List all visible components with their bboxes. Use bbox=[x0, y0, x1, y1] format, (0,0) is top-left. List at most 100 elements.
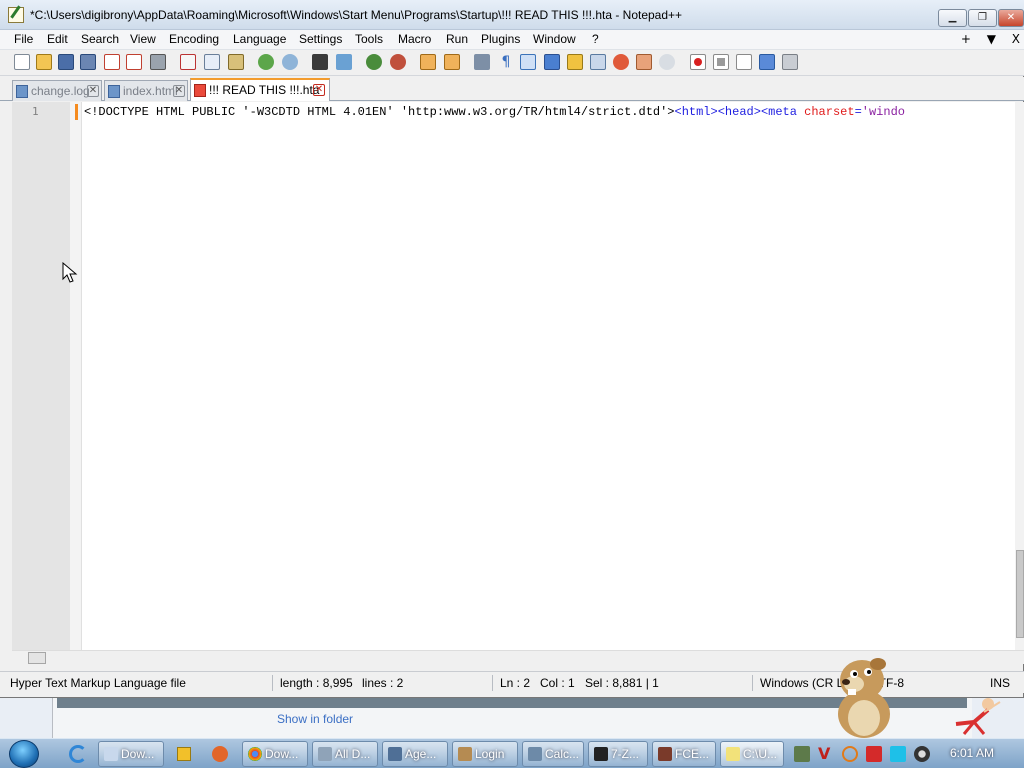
cartoon-groundhog-character bbox=[838, 658, 890, 738]
maximize-button[interactable]: ❐ bbox=[968, 9, 997, 27]
zoom-in-icon[interactable] bbox=[366, 54, 382, 70]
status-ins[interactable]: INS bbox=[990, 676, 1010, 690]
stop-macro-icon[interactable] bbox=[713, 54, 729, 70]
zoom-out-icon[interactable] bbox=[390, 54, 406, 70]
vertical-scroll-thumb[interactable] bbox=[1016, 550, 1024, 638]
tab-change-log[interactable]: change.log ✕ bbox=[12, 80, 102, 101]
editor-pane[interactable]: 1 <!DOCTYPE HTML PUBLIC '-W3CDTD HTML 4.… bbox=[12, 102, 1024, 650]
7zip-icon bbox=[594, 747, 608, 761]
code-line-1[interactable]: <!DOCTYPE HTML PUBLIC '-W3CDTD HTML 4.01… bbox=[84, 105, 1006, 119]
tray-search-icon[interactable] bbox=[842, 746, 858, 762]
undo-icon[interactable] bbox=[258, 54, 274, 70]
fold-margin[interactable] bbox=[70, 102, 82, 650]
menu-settings[interactable]: Settings bbox=[299, 32, 342, 46]
taskbar-button-login[interactable]: Login bbox=[452, 741, 518, 767]
save-icon[interactable] bbox=[58, 54, 74, 70]
menu-run[interactable]: Run bbox=[446, 32, 468, 46]
tab-close-icon[interactable]: ✕ bbox=[313, 84, 325, 96]
menu-search[interactable]: Search bbox=[81, 32, 119, 46]
menu-tools[interactable]: Tools bbox=[355, 32, 383, 46]
tab-list-dropdown-icon[interactable]: ▼ bbox=[987, 32, 996, 46]
tray-flag-icon[interactable] bbox=[866, 746, 882, 762]
show-all-chars-icon[interactable]: ¶ bbox=[498, 54, 514, 70]
taskbar-button-fce[interactable]: FCE... bbox=[652, 741, 716, 767]
attribute-token: charset bbox=[804, 105, 855, 119]
open-file-icon[interactable] bbox=[36, 54, 52, 70]
sync-horizontal-icon[interactable] bbox=[444, 54, 460, 70]
monitoring-icon[interactable] bbox=[636, 54, 652, 70]
system-clock[interactable]: 6:01 AM bbox=[950, 746, 994, 760]
taskbar-button-notepad-plus-plus[interactable]: C:\U... bbox=[720, 741, 784, 767]
taskbar-button-label: C:\U... bbox=[743, 747, 778, 761]
menu-edit[interactable]: Edit bbox=[47, 32, 68, 46]
start-button[interactable] bbox=[3, 739, 47, 768]
save-all-icon[interactable] bbox=[80, 54, 96, 70]
menu-window[interactable]: Window bbox=[533, 32, 576, 46]
user-lang-icon[interactable] bbox=[544, 54, 560, 70]
title-bar[interactable]: *C:\Users\digibrony\AppData\Roaming\Micr… bbox=[0, 0, 1024, 30]
status-length: length : 8,995 bbox=[280, 676, 353, 690]
tray-v-icon[interactable]: V bbox=[818, 746, 834, 762]
close-icon[interactable] bbox=[104, 54, 120, 70]
tray-app-icon[interactable] bbox=[794, 746, 810, 762]
record-macro-icon[interactable] bbox=[690, 54, 706, 70]
indent-guide-icon[interactable] bbox=[520, 54, 536, 70]
tray-network-icon[interactable] bbox=[890, 746, 906, 762]
menu-macro[interactable]: Macro bbox=[398, 32, 431, 46]
eye-icon[interactable] bbox=[659, 54, 675, 70]
media-player-icon[interactable] bbox=[170, 742, 198, 766]
save-macro-icon[interactable] bbox=[782, 54, 798, 70]
internet-explorer-icon[interactable] bbox=[64, 742, 92, 766]
taskbar-button-download-2[interactable]: Dow... bbox=[242, 741, 308, 767]
copy-icon[interactable] bbox=[204, 54, 220, 70]
cut-icon[interactable] bbox=[180, 54, 196, 70]
pinned-app-icon[interactable] bbox=[206, 742, 234, 766]
menu-help[interactable]: ? bbox=[592, 32, 599, 46]
close-doc-x-icon[interactable]: X bbox=[1012, 32, 1020, 46]
print-icon[interactable] bbox=[150, 54, 166, 70]
paste-icon[interactable] bbox=[228, 54, 244, 70]
word-wrap-icon[interactable] bbox=[474, 54, 490, 70]
replace-icon[interactable] bbox=[336, 54, 352, 70]
menu-language[interactable]: Language bbox=[233, 32, 286, 46]
taskbar-button-7zip[interactable]: 7-Z... bbox=[588, 741, 648, 767]
play-macro-icon[interactable] bbox=[736, 54, 752, 70]
find-icon[interactable] bbox=[312, 54, 328, 70]
tab-index-html[interactable]: index.html ✕ bbox=[104, 80, 188, 101]
minimize-button[interactable]: ▁ bbox=[938, 9, 967, 27]
tab-close-icon[interactable]: ✕ bbox=[87, 85, 99, 97]
taskbar-button-all-d[interactable]: All D... bbox=[312, 741, 378, 767]
taskbar-button-label: FCE... bbox=[675, 747, 710, 761]
taskbar-button-label: Dow... bbox=[265, 747, 299, 761]
taskbar: Dow... Dow... All D... Age... Login Calc… bbox=[0, 738, 1024, 768]
value-token: 'windo bbox=[861, 105, 905, 119]
menu-view[interactable]: View bbox=[130, 32, 156, 46]
vertical-scrollbar[interactable] bbox=[1015, 102, 1024, 650]
tab-read-this-hta[interactable]: !!! READ THIS !!!.hta ✕ bbox=[190, 78, 330, 101]
close-all-icon[interactable] bbox=[126, 54, 142, 70]
show-in-folder-link[interactable]: Show in folder bbox=[277, 712, 353, 726]
change-history-marker bbox=[75, 104, 78, 120]
new-file-icon[interactable] bbox=[14, 54, 30, 70]
close-window-button[interactable]: ✕ bbox=[998, 9, 1024, 27]
new-tab-plus-icon[interactable]: + bbox=[961, 32, 971, 46]
taskbar-button-download-1[interactable]: Dow... bbox=[98, 741, 164, 767]
function-list-icon[interactable] bbox=[590, 54, 606, 70]
redo-icon[interactable] bbox=[282, 54, 298, 70]
tab-close-icon[interactable]: ✕ bbox=[173, 85, 185, 97]
notepad-plus-plus-icon bbox=[8, 7, 24, 23]
taskbar-button-age[interactable]: Age... bbox=[382, 741, 448, 767]
folder-workspace-icon[interactable] bbox=[613, 54, 629, 70]
menu-encoding[interactable]: Encoding bbox=[169, 32, 219, 46]
taskbar-button-calculator[interactable]: Calc... bbox=[522, 741, 584, 767]
status-col-pos: Col : 1 bbox=[540, 676, 575, 690]
notepad-plus-plus-icon bbox=[726, 747, 740, 761]
sync-vertical-icon[interactable] bbox=[420, 54, 436, 70]
tray-volume-icon[interactable] bbox=[914, 746, 930, 762]
doc-map-icon[interactable] bbox=[567, 54, 583, 70]
menu-plugins[interactable]: Plugins bbox=[481, 32, 520, 46]
play-multiple-icon[interactable] bbox=[759, 54, 775, 70]
modified-file-icon bbox=[194, 84, 206, 97]
horizontal-scroll-thumb[interactable] bbox=[28, 652, 46, 664]
menu-file[interactable]: File bbox=[14, 32, 33, 46]
